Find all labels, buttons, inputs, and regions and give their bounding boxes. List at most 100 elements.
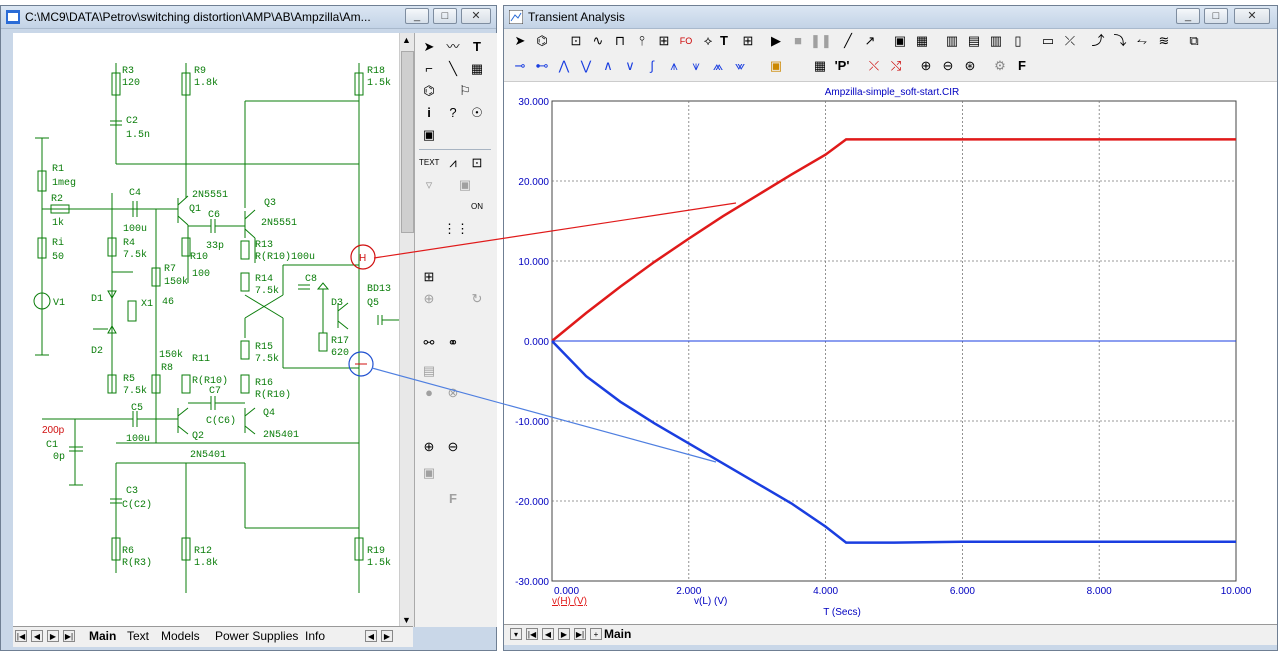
cursor-right-icon[interactable]: ⤵ [1110,31,1130,51]
close-button[interactable]: ✕ [461,8,491,24]
flag-icon[interactable]: ▦ [467,59,487,79]
flag-tool-icon[interactable]: ⚐ [455,81,475,101]
analysis-prev-page[interactable]: ◀ [542,628,554,640]
warning-icon[interactable]: ● [419,383,439,403]
layout2-icon[interactable]: ▤ [964,31,984,51]
tab-main[interactable]: Main [89,629,116,643]
next-point-icon[interactable]: ⊸ [510,56,530,76]
run-icon[interactable]: ▶ [766,31,786,51]
inflection-icon[interactable]: ∫ [642,56,662,76]
prev-point-icon[interactable]: ⊷ [532,56,552,76]
scroll-thumb[interactable] [401,51,414,233]
rotate-icon[interactable]: ↻ [467,289,487,309]
font-icon[interactable]: F [443,489,463,509]
hscroll-right[interactable]: ▶ [381,630,393,642]
last-page-button[interactable]: ▶| [63,630,75,642]
next-page-button[interactable]: ▶ [47,630,59,642]
cursor-mode-icon[interactable]: ⥊ [1132,31,1152,51]
text-icon-2[interactable]: T [714,31,734,51]
text-tool-icon[interactable]: T [467,37,487,57]
window-icon[interactable]: ▭ [1038,31,1058,51]
wave-icon[interactable]: ∿ [588,31,608,51]
info-icon[interactable]: i [419,103,439,123]
cursor-left-icon[interactable]: ⤴ [1088,31,1108,51]
tab-models[interactable]: Models [161,629,200,643]
help-icon[interactable]: ? [443,103,463,123]
properties-icon-2[interactable]: ⊞ [738,31,758,51]
plot-panel[interactable]: Ampzilla-simple_soft-start.CIR 0.000 2.00… [504,82,1277,624]
global-low-icon[interactable]: ⩛ [686,56,706,76]
properties-icon[interactable]: ⊞ [419,267,439,287]
layout3-icon[interactable]: ▥ [986,31,1006,51]
analysis-close-button[interactable]: ✕ [1234,8,1270,24]
text-mode-icon[interactable]: TEXT [419,153,439,173]
diagonal-wire-icon[interactable]: ╲ [443,59,463,79]
attribute-icon[interactable]: ⩘ [443,153,463,173]
font-icon-2[interactable]: F [1012,56,1032,76]
layout4-icon[interactable]: ▯ [1008,31,1028,51]
scale-icon[interactable]: ⊞ [654,31,674,51]
analysis-tab-main[interactable]: Main [604,627,631,641]
cursor-wave-icon[interactable]: ≋ [1154,31,1174,51]
table-icon[interactable]: ▦ [810,56,830,76]
analysis-add-page[interactable]: + [590,628,602,640]
high-icon[interactable]: ∧ [598,56,618,76]
analysis-first-page[interactable]: |◀ [526,628,538,640]
top-icon[interactable]: ⩕ [708,56,728,76]
prev-page-button[interactable]: ◀ [31,630,43,642]
snapshot-icon[interactable]: ▣ [419,463,439,483]
zoom-out-icon-2[interactable]: ⊖ [938,56,958,76]
line-icon[interactable]: ╱ [838,31,858,51]
scroll-up-arrow[interactable]: ▲ [402,35,411,45]
analysis-maximize-button[interactable]: □ [1204,8,1228,24]
bracket-icon[interactable]: ⊓ [610,31,630,51]
schematic-canvas[interactable]: H R3 120 R9 1.8k R18 1.5k C2 1.5n R1 1me… [13,33,399,627]
minimize-button[interactable]: _ [405,8,429,24]
grid-icon[interactable]: ⋮⋮ [443,219,469,239]
list-icon[interactable]: ▤ [419,361,439,381]
valley-find-icon[interactable]: ⋁ [576,56,596,76]
line-arrow-icon[interactable]: ↗ [860,31,880,51]
zoom-in-icon[interactable]: ⊕ [419,437,439,457]
find-icon[interactable]: ⚯ [419,333,439,353]
peak-find-icon[interactable]: ⋀ [554,56,574,76]
zoom-fit-icon[interactable]: ⊛ [960,56,980,76]
orthogonal-wire-icon[interactable]: ⌐ [419,59,439,79]
schematic-vscrollbar[interactable]: ▲ ▼ [399,33,414,627]
bottom-icon[interactable]: ⩖ [730,56,750,76]
stop-icon[interactable]: ■ [788,31,808,51]
zoom-in-icon-2[interactable]: ⊕ [916,56,936,76]
error-icon[interactable]: ⊗ [443,383,463,403]
component-icon[interactable]: ⌬ [419,81,439,101]
layout1-icon[interactable]: ▥ [942,31,962,51]
current-icon[interactable]: ▣ [455,175,475,195]
chart-icon[interactable]: ⧉ [1184,31,1204,51]
onoff-icon[interactable]: ON [467,197,487,217]
hscroll-left[interactable]: ◀ [365,630,377,642]
cursor-icon[interactable]: ⫯ [632,31,652,51]
color-icon[interactable]: ▣ [419,125,439,145]
analysis-titlebar[interactable]: Transient Analysis _ □ ✕ [504,6,1277,29]
p-icon[interactable]: 'P' [832,56,852,76]
zoom-out-icon[interactable]: ⊖ [443,437,463,457]
point-icon[interactable]: ☉ [467,103,487,123]
analysis-dropdown[interactable]: ▾ [510,628,522,640]
first-page-button[interactable]: |◀ [15,630,27,642]
palette-icon[interactable]: ⚙ [990,56,1010,76]
select-arrow-icon[interactable]: ➤ [419,37,439,57]
peak-icon[interactable]: ⤫ [1060,31,1080,51]
xy-left-icon[interactable]: ⤬ [864,56,884,76]
global-high-icon[interactable]: ⩚ [664,56,684,76]
xy-right-icon[interactable]: ⤭ [886,56,906,76]
tab-power-supplies[interactable]: Power Supplies [215,629,298,643]
analysis-minimize-button[interactable]: _ [1176,8,1200,24]
pin-icon[interactable]: ⊡ [467,153,487,173]
box-icon[interactable]: ▣ [890,31,910,51]
binoculars-icon[interactable]: ⚭ [443,333,463,353]
analysis-next-page[interactable]: ▶ [558,628,570,640]
step-icon[interactable]: ⊕ [419,289,439,309]
plot-icon[interactable]: ⊡ [566,31,586,51]
low-icon[interactable]: ∨ [620,56,640,76]
node-voltage-icon[interactable]: ▿ [419,175,439,195]
grid-icon-2[interactable]: ▦ [912,31,932,51]
